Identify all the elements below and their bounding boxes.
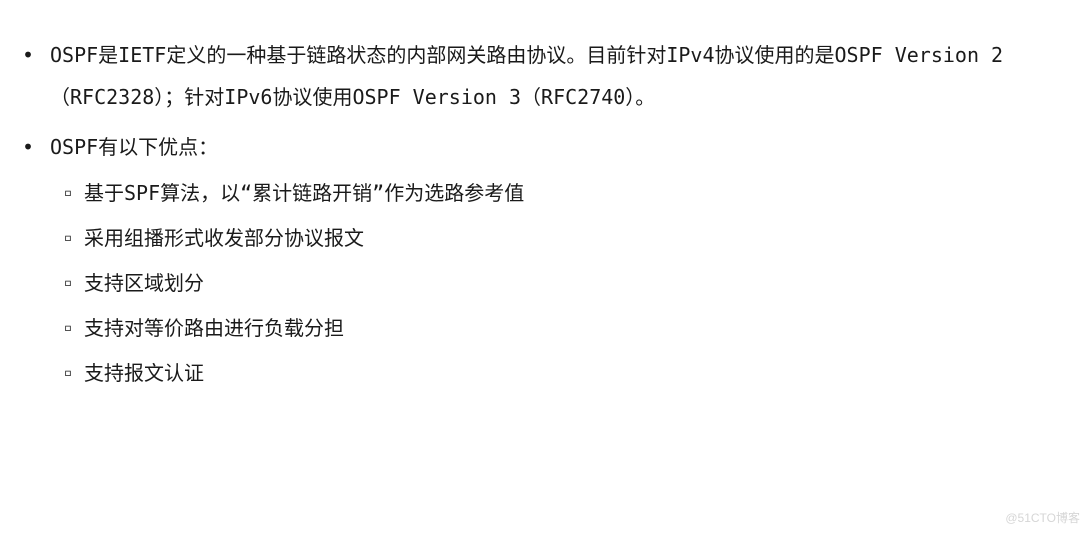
bullet-square-icon: ▫ xyxy=(63,320,73,336)
sub-list-item-text: 基于SPF算法，以“累计链路开销”作为选路参考值 xyxy=(84,181,525,205)
bullet-square-icon: ▫ xyxy=(63,185,73,201)
sub-list-item-text: 采用组播形式收发部分协议报文 xyxy=(84,226,364,250)
watermark: @51CTO博客 xyxy=(1005,511,1080,525)
bullet-square-icon: ▫ xyxy=(63,230,73,246)
sub-list-item: ▫ 支持报文认证 xyxy=(62,358,204,388)
bullet-dot-icon: • xyxy=(21,43,35,67)
sub-list-item-text: 支持报文认证 xyxy=(84,361,204,385)
bullet-dot-icon: • xyxy=(21,135,35,159)
document-page: • OSPF是IETF定义的一种基于链路状态的内部网关路由协议。目前针对IPv4… xyxy=(0,0,1088,536)
sub-list-item-text: 支持对等价路由进行负载分担 xyxy=(84,316,344,340)
sub-list-item: ▫ 支持对等价路由进行负载分担 xyxy=(62,313,344,343)
sub-list-item-text: 支持区域划分 xyxy=(84,271,204,295)
sub-list-item: ▫ 支持区域划分 xyxy=(62,268,204,298)
list-item-text: OSPF是IETF定义的一种基于链路状态的内部网关路由协议。目前针对IPv4协议… xyxy=(50,43,1004,109)
sub-list-item: ▫ 采用组播形式收发部分协议报文 xyxy=(62,223,364,253)
list-item: • OSPF是IETF定义的一种基于链路状态的内部网关路由协议。目前针对IPv4… xyxy=(20,34,1070,118)
list-item-text: OSPF有以下优点： xyxy=(50,135,219,159)
bullet-square-icon: ▫ xyxy=(63,365,73,381)
sub-list-item: ▫ 基于SPF算法，以“累计链路开销”作为选路参考值 xyxy=(62,178,524,208)
list-item: • OSPF有以下优点： xyxy=(20,126,1070,168)
bullet-square-icon: ▫ xyxy=(63,275,73,291)
